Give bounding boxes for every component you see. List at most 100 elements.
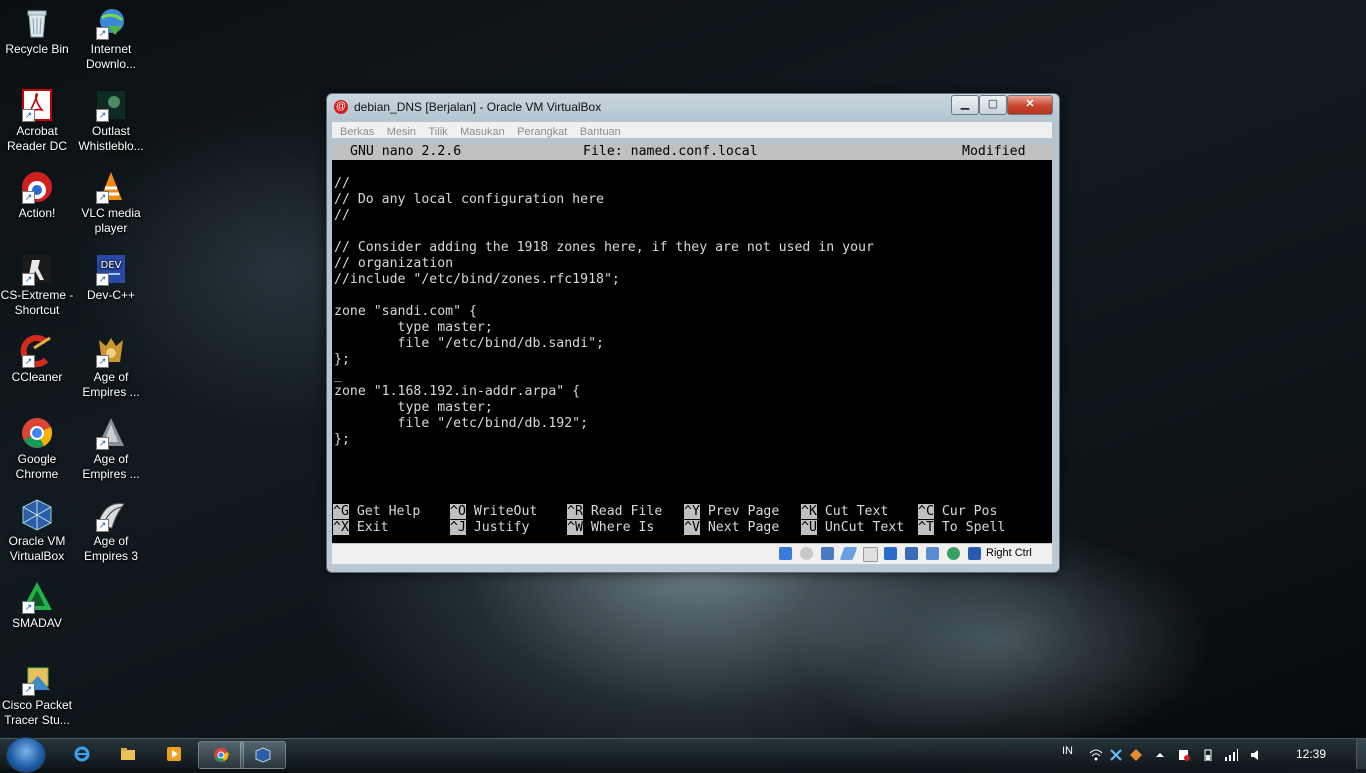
code-line: type master; (334, 400, 493, 415)
shortcut-cut-text[interactable]: ^K Cut Text (801, 504, 888, 520)
keyboard-capture-icon[interactable] (968, 547, 981, 560)
icon-label: Empires ... (82, 385, 140, 399)
video-capture-icon[interactable] (926, 547, 939, 560)
menu-mesin[interactable]: Mesin (387, 124, 416, 140)
icon-label: Acrobat (16, 124, 58, 138)
window-title: debian_DNS [Berjalan] - Oracle VM Virtua… (354, 100, 602, 114)
maximize-button[interactable]: ▢ (979, 95, 1007, 115)
icon-label: SMADAV (12, 616, 62, 630)
taskbar-file-explorer[interactable] (106, 741, 150, 767)
signal-icon[interactable] (1224, 748, 1238, 761)
shortcut-prev-page[interactable]: ^Y Prev Page (684, 504, 779, 520)
desktop-icon-cisco-packet-tracer[interactable]: ↗ Cisco Packet Tracer Stu... (0, 662, 74, 728)
window-titlebar[interactable]: @ debian_DNS [Berjalan] - Oracle VM Virt… (327, 94, 1059, 120)
shortcut-get-help[interactable]: ^G Get Help (333, 504, 420, 520)
icon-label: Age of (93, 370, 129, 384)
icon-label: CS-Extreme - (0, 288, 74, 302)
desktop-icon-internet-download-manager[interactable]: ↗ Internet Downlo... (74, 6, 148, 72)
shortcut-next-page[interactable]: ^V Next Page (684, 520, 779, 536)
media-player-icon (166, 746, 182, 762)
desktop-icon-smadav[interactable]: ↗ SMADAV (0, 580, 74, 631)
volume-icon[interactable] (1250, 748, 1262, 760)
icon-label: Recycle Bin (5, 42, 69, 56)
desktop-icon-outlast[interactable]: ↗ Outlast Whistleblo... (74, 88, 148, 154)
age-of-empires-3-icon: ↗ (94, 498, 128, 532)
display-icon[interactable] (905, 547, 918, 560)
host-key-label: Right Ctrl (986, 547, 1032, 559)
taskbar-chrome[interactable] (198, 741, 244, 769)
app-tray-icon[interactable] (1130, 748, 1142, 761)
icon-label: Age of (93, 452, 129, 466)
show-hidden-icons-button[interactable] (1154, 748, 1166, 760)
menu-perangkat[interactable]: Perangkat (517, 124, 567, 140)
desktop-icon-virtualbox[interactable]: Oracle VM VirtualBox (0, 498, 74, 564)
taskbar-media-player[interactable] (152, 741, 196, 767)
wifi-tray-icon[interactable] (1088, 748, 1103, 761)
nano-filename: File: named.conf.local (583, 144, 758, 159)
code-line: // Do any local configuration here (334, 192, 604, 207)
folder-icon (120, 746, 136, 762)
virtualbox-window[interactable]: @ debian_DNS [Berjalan] - Oracle VM Virt… (326, 93, 1060, 573)
shortcut-exit[interactable]: ^X Exit (333, 520, 389, 536)
usb-icon[interactable] (863, 547, 878, 562)
dev-cpp-icon: DEV ↗ (94, 252, 128, 286)
shortcut-justify[interactable]: ^J Justify (450, 520, 529, 536)
code-line: // (334, 208, 350, 223)
menu-berkas[interactable]: Berkas (340, 124, 374, 140)
desktop-icon-ccleaner[interactable]: ↗ CCleaner (0, 334, 74, 385)
desktop-icon-dev-cpp[interactable]: DEV ↗ Dev-C++ (74, 252, 148, 303)
close-button[interactable]: ✕ (1007, 95, 1053, 115)
vlc-icon: ↗ (94, 170, 128, 204)
vm-screen[interactable]: GNU nano 2.2.6 File: named.conf.local Mo… (332, 144, 1052, 543)
shared-folders-icon[interactable] (884, 547, 897, 560)
desktop-icon-age-of-empires-2[interactable]: ↗ Age of Empires ... (74, 416, 148, 482)
action-center-icon[interactable] (1178, 748, 1190, 761)
optical-drive-icon[interactable] (800, 547, 813, 560)
desktop-icon-vlc[interactable]: ↗ VLC media player (74, 170, 148, 236)
clock[interactable]: 12:39 (1296, 747, 1326, 761)
icon-label: Action! (18, 206, 56, 220)
nano-modified-status: Modified (962, 144, 1026, 159)
mouse-integration-icon[interactable] (947, 547, 960, 560)
shortcut-cur-pos[interactable]: ^C Cur Pos (918, 504, 997, 520)
shortcut-writeout[interactable]: ^O WriteOut (450, 504, 537, 520)
taskbar-virtualbox[interactable] (240, 741, 286, 769)
menu-tilik[interactable]: Tilik (429, 124, 448, 140)
menu-bantuan[interactable]: Bantuan (580, 124, 621, 140)
text-cursor: _ (334, 368, 342, 383)
icon-label: VLC media (81, 206, 141, 220)
shortcut-where-is[interactable]: ^W Where Is (567, 520, 654, 536)
desktop-icon-action[interactable]: ↗ Action! (0, 170, 74, 221)
menu-masukan[interactable]: Masukan (460, 124, 505, 140)
internet-download-manager-icon: ↗ (94, 6, 128, 40)
desktop-icon-acrobat[interactable]: ↗ Acrobat Reader DC (0, 88, 74, 154)
taskbar-internet-explorer[interactable] (60, 741, 104, 767)
audio-icon[interactable] (821, 547, 834, 560)
ccleaner-icon: ↗ (20, 334, 54, 368)
desktop-icon-age-of-empires-3[interactable]: ↗ Age of Empires 3 (74, 498, 148, 564)
show-desktop-button[interactable] (1356, 739, 1366, 769)
language-indicator[interactable]: IN (1062, 745, 1073, 757)
icon-label: Internet (90, 42, 132, 56)
code-line: zone "sandi.com" { (334, 304, 477, 319)
icon-label: Cisco Packet (1, 698, 73, 712)
desktop-icon-cs-extreme[interactable]: ↗ CS-Extreme - Shortcut (0, 252, 74, 318)
icon-label: Shortcut (14, 303, 60, 317)
desktop-icon-recycle-bin[interactable]: Recycle Bin (0, 6, 74, 57)
nano-version: GNU nano 2.2.6 (350, 144, 462, 159)
hard-disk-icon[interactable] (779, 547, 792, 560)
shortcut-to-spell[interactable]: ^T To Spell (918, 520, 1005, 536)
code-line: //include "/etc/bind/zones.rfc1918"; (334, 272, 620, 287)
taskbar: IN 12:39 (0, 737, 1366, 773)
desktop-icon-chrome[interactable]: Google Chrome (0, 416, 74, 482)
tools-tray-icon[interactable] (1110, 748, 1122, 761)
desktop-icon-age-of-empires-1[interactable]: ↗ Age of Empires ... (74, 334, 148, 400)
icon-label: Downlo... (85, 57, 137, 71)
battery-icon[interactable] (1202, 748, 1214, 762)
minimize-button[interactable]: ▁ (951, 95, 979, 115)
network-icon[interactable] (839, 547, 858, 560)
recycle-bin-icon (20, 6, 54, 40)
cs-extreme-icon: ↗ (20, 252, 54, 286)
shortcut-uncut-text[interactable]: ^U UnCut Text (801, 520, 904, 536)
shortcut-read-file[interactable]: ^R Read File (567, 504, 662, 520)
